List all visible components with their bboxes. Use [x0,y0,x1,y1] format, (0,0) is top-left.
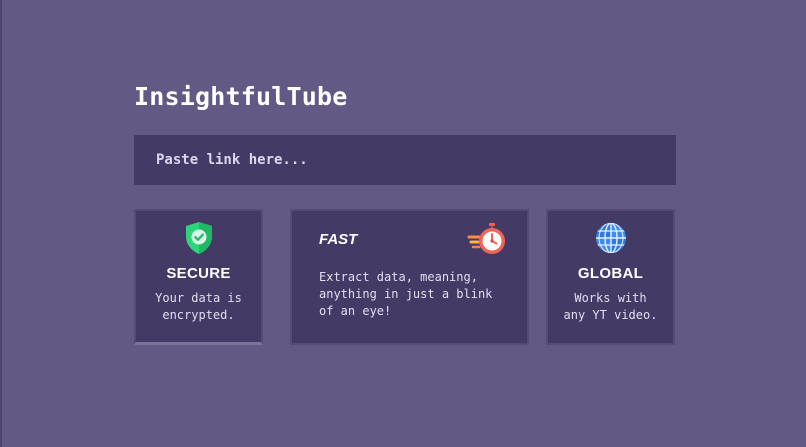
feature-title-fast: FAST [319,231,358,248]
feature-desc-secure: Your data is encrypted. [155,290,242,324]
feature-title-global: GLOBAL [577,265,644,282]
feature-desc-fast: Extract data, meaning, anything in just … [319,269,519,320]
feature-desc-secure-line: encrypted. [162,308,235,322]
feature-card-global: GLOBAL Works with any YT video. [546,209,675,345]
feature-title-secure: SECURE [166,265,231,282]
stopwatch-icon [467,221,507,255]
feature-card-fast: FAST Extract data, meaning, anything in … [290,209,529,345]
feature-desc-global-line: Works with [574,291,647,305]
feature-desc-fast-line: anything in just a blink [319,287,493,301]
window-left-edge [0,0,2,447]
feature-desc-global: Works with any YT video. [564,290,658,324]
app-title: InsightfulTube [134,82,348,111]
feature-desc-fast-line: of an eye! [319,304,392,318]
globe-icon [595,221,627,255]
feature-desc-secure-line: Your data is [155,291,242,305]
feature-desc-fast-line: Extract data, meaning, [319,270,478,284]
shield-check-icon [183,221,215,255]
feature-card-secure: SECURE Your data is encrypted. [134,209,263,345]
paste-link-input[interactable] [134,135,676,185]
feature-desc-global-line: any YT video. [563,308,658,322]
